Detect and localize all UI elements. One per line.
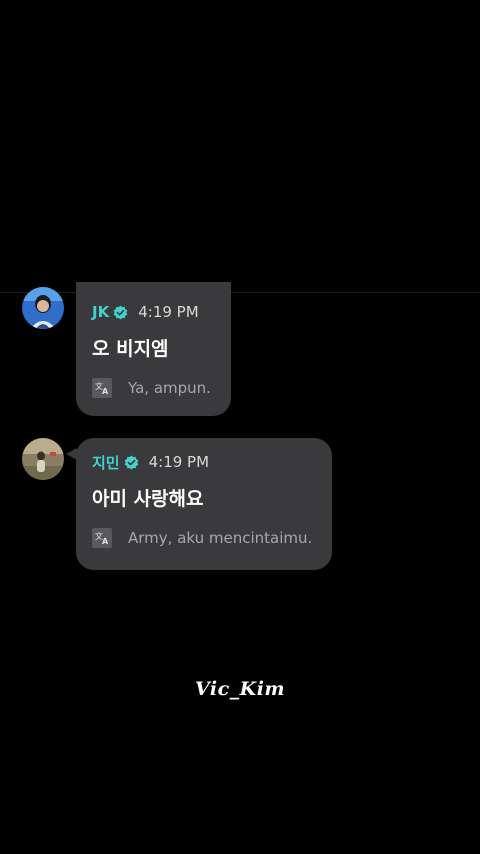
message-bubble[interactable]: 지민 4:19 PM 아미 사랑해요 文 A Army, aku mencint… <box>66 438 332 570</box>
translation-text: Ya, ampun. <box>128 379 211 397</box>
svg-text:A: A <box>102 387 109 396</box>
sender-name[interactable]: 지민 <box>92 452 120 473</box>
translate-icon[interactable]: 文 A <box>92 378 112 398</box>
translation-text: Army, aku mencintaimu. <box>128 529 313 547</box>
watermark: Vic_Kim <box>194 678 286 700</box>
message-meta: 지민 4:19 PM <box>92 452 316 472</box>
message-meta: JK 4:19 PM <box>92 302 215 322</box>
sender-name[interactable]: JK <box>92 303 109 321</box>
verified-badge-icon <box>113 304 128 320</box>
divider <box>0 292 480 293</box>
verified-badge-icon <box>124 454 139 470</box>
svg-text:A: A <box>102 537 109 546</box>
message-translation[interactable]: 文 A Ya, ampun. <box>92 378 215 398</box>
message-translation[interactable]: 文 A Army, aku mencintaimu. <box>92 528 316 548</box>
avatar[interactable] <box>22 438 64 480</box>
message-bubble[interactable]: JK 4:19 PM 오 비지엠 文 A Ya, ampun. <box>76 282 231 416</box>
translate-icon[interactable]: 文 A <box>92 528 112 548</box>
message-text: 오 비지엠 <box>92 338 169 360</box>
message-timestamp: 4:19 PM <box>148 453 210 471</box>
message-timestamp: 4:19 PM <box>138 303 199 321</box>
message-text: 아미 사랑해요 <box>92 488 204 510</box>
avatar[interactable] <box>22 287 64 329</box>
